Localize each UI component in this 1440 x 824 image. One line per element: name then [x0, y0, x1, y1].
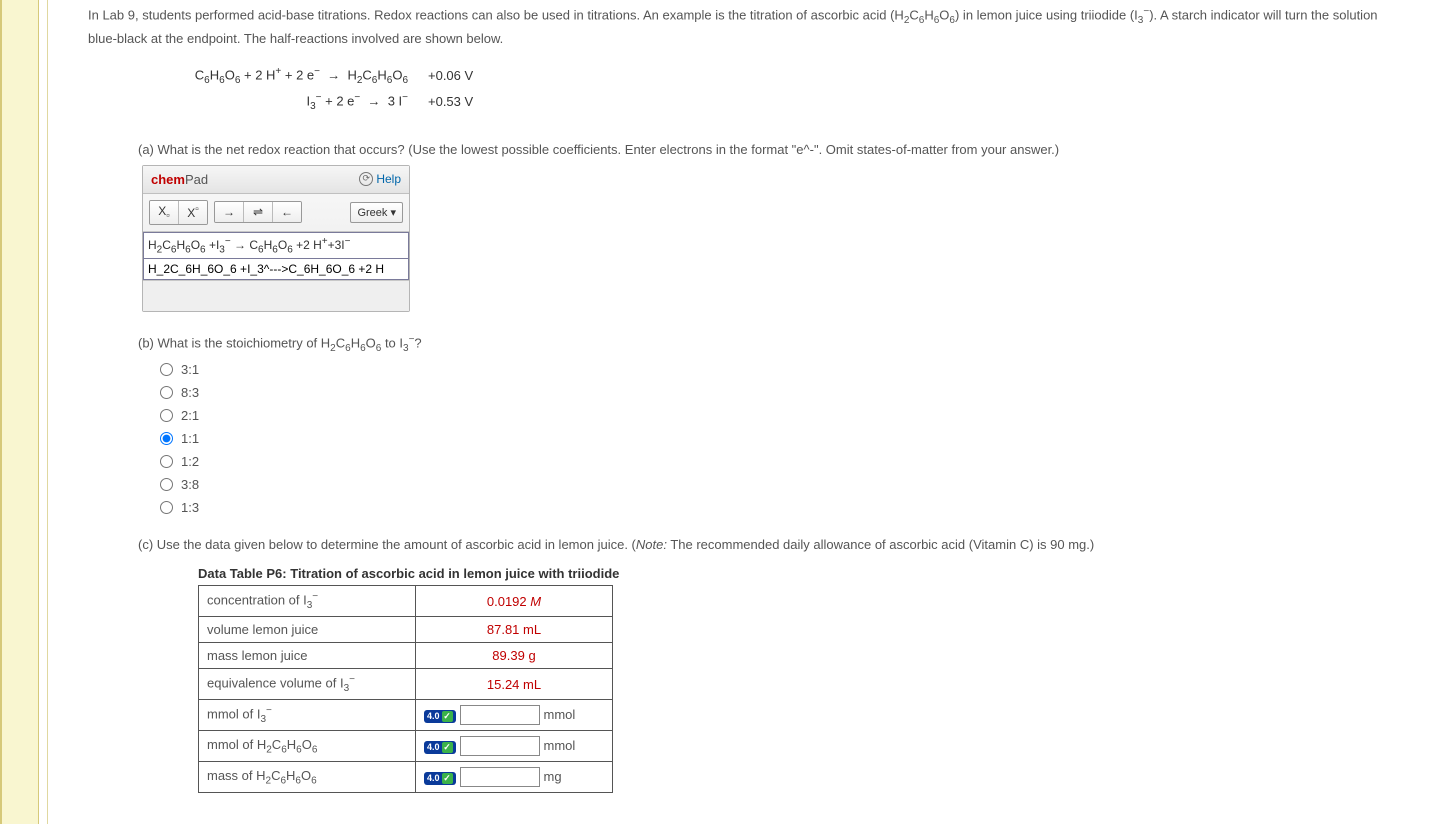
table-row: mmol of I3− 4.0✓ mmol [199, 700, 613, 731]
stoich-option[interactable]: 2:1 [160, 408, 1400, 423]
intro-text: In Lab 9, students performed acid-base t… [88, 4, 1400, 50]
radio-input[interactable] [160, 432, 173, 445]
unit-label: mmol [544, 707, 576, 722]
stoich-option[interactable]: 1:2 [160, 454, 1400, 469]
stoich-option[interactable]: 3:1 [160, 362, 1400, 377]
answer-input[interactable] [460, 736, 540, 756]
check-icon: ✓ [442, 711, 453, 722]
row-label: mass lemon juice [199, 643, 416, 669]
table-row: volume lemon juice87.81 mL [199, 617, 613, 643]
check-icon: ✓ [442, 773, 453, 784]
potential-1: +0.06 V [428, 68, 528, 83]
row-label: mmol of H2C6H6O6 [199, 731, 416, 762]
forward-arrow-button[interactable]: → [215, 202, 244, 222]
stoich-option[interactable]: 1:1 [160, 431, 1400, 446]
part-c-prompt: (c) Use the data given below to determin… [138, 537, 1400, 552]
row-value: 15.24 mL [416, 669, 613, 700]
radio-input[interactable] [160, 478, 173, 491]
half-reaction-1: C6H6O6 + 2 H+ + 2 e− → H2C6H6O6 [148, 66, 428, 86]
data-table-title: Data Table P6: Titration of ascorbic aci… [198, 566, 1400, 581]
part-b-prompt: (b) What is the stoichiometry of H2C6H6O… [138, 334, 1400, 354]
chempad-widget: chemPad ⟳Help X▫ X▫ → ⇌ ← Greek ▾ H2C6H6… [142, 165, 410, 313]
stoich-option[interactable]: 3:8 [160, 477, 1400, 492]
subscript-superscript-group: X▫ X▫ [149, 200, 208, 225]
option-label: 8:3 [181, 385, 199, 400]
chempad-raw-input[interactable] [143, 259, 409, 280]
chempad-rendered-equation: H2C6H6O6 +I3− → C6H6O6 +2 H++3I− [143, 232, 409, 259]
data-table: concentration of I3−0.0192 Mvolume lemon… [198, 585, 613, 793]
row-label: mass of H2C6H6O6 [199, 762, 416, 793]
chempad-title: chemPad [151, 172, 208, 187]
equilibrium-arrow-button[interactable]: ⇌ [244, 202, 273, 222]
intro-pre: In Lab 9, students performed acid-base t… [88, 7, 904, 22]
radio-input[interactable] [160, 363, 173, 376]
points-badge: 4.0✓ [424, 741, 456, 754]
row-value: 87.81 mL [416, 617, 613, 643]
points-badge: 4.0✓ [424, 772, 456, 785]
answer-input[interactable] [460, 705, 540, 725]
arrow-group: → ⇌ ← [214, 201, 302, 223]
subscript-button[interactable]: X▫ [150, 201, 179, 224]
row-value: 0.0192 M [416, 586, 613, 617]
radio-input[interactable] [160, 386, 173, 399]
stoich-option[interactable]: 8:3 [160, 385, 1400, 400]
chempad-footer [143, 280, 409, 311]
table-row: concentration of I3−0.0192 M [199, 586, 613, 617]
superscript-button[interactable]: X▫ [179, 201, 207, 224]
answer-input[interactable] [460, 767, 540, 787]
radio-input[interactable] [160, 501, 173, 514]
option-label: 3:8 [181, 477, 199, 492]
row-label: concentration of I3− [199, 586, 416, 617]
part-a-prompt: (a) What is the net redox reaction that … [138, 142, 1400, 157]
table-row: mass of H2C6H6O6 4.0✓ mg [199, 762, 613, 793]
back-arrow-button[interactable]: ← [273, 202, 301, 222]
potential-2: +0.53 V [428, 94, 528, 109]
row-input-cell: 4.0✓ mmol [416, 731, 613, 762]
stoich-option[interactable]: 1:3 [160, 500, 1400, 515]
row-value: 89.39 g [416, 643, 613, 669]
radio-input[interactable] [160, 409, 173, 422]
option-label: 1:3 [181, 500, 199, 515]
unit-label: mg [544, 769, 562, 784]
option-label: 1:2 [181, 454, 199, 469]
stoichiometry-options: 3:1 8:3 2:1 1:1 1:2 3:8 1:3 [160, 362, 1400, 515]
row-label: equivalence volume of I3− [199, 669, 416, 700]
row-label: mmol of I3− [199, 700, 416, 731]
option-label: 3:1 [181, 362, 199, 377]
table-row: equivalence volume of I3−15.24 mL [199, 669, 613, 700]
spacer-column [39, 0, 48, 824]
table-row: mmol of H2C6H6O6 4.0✓ mmol [199, 731, 613, 762]
help-icon: ⟳ [359, 172, 373, 186]
points-badge: 4.0✓ [424, 710, 456, 723]
greek-dropdown[interactable]: Greek ▾ [350, 202, 403, 223]
row-input-cell: 4.0✓ mg [416, 762, 613, 793]
table-row: mass lemon juice89.39 g [199, 643, 613, 669]
option-label: 1:1 [181, 431, 199, 446]
chempad-help-link[interactable]: ⟳Help [359, 172, 401, 186]
left-margin-bar [0, 0, 39, 824]
half-reactions: C6H6O6 + 2 H+ + 2 e− → H2C6H6O6 +0.06 V … [148, 66, 1400, 112]
radio-input[interactable] [160, 455, 173, 468]
option-label: 2:1 [181, 408, 199, 423]
half-reaction-2: I3− + 2 e− → 3 I− [148, 92, 428, 112]
row-input-cell: 4.0✓ mmol [416, 700, 613, 731]
check-icon: ✓ [442, 742, 453, 753]
intro-post: ) in lemon juice using triiodide (I [955, 7, 1138, 22]
row-label: volume lemon juice [199, 617, 416, 643]
question-content: In Lab 9, students performed acid-base t… [48, 0, 1440, 824]
unit-label: mmol [544, 738, 576, 753]
